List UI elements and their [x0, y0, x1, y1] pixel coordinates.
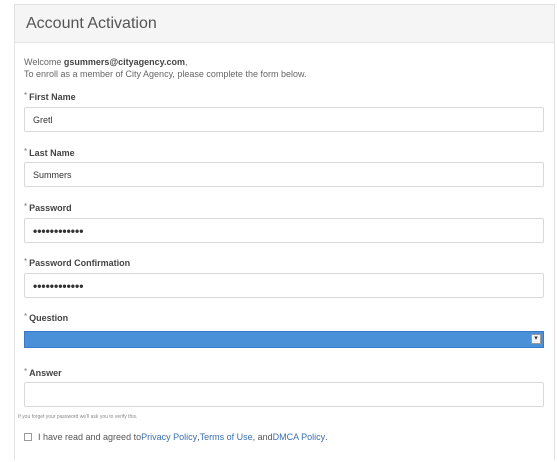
required-marker: * — [24, 367, 28, 376]
password-confirmation-label: * Password Confirmation — [24, 257, 130, 268]
last-name-label-text: Last Name — [29, 148, 75, 158]
intro-text: Welcome gsummers@cityagency.com, To enro… — [24, 56, 544, 80]
password-confirmation-label-text: Password Confirmation — [29, 258, 131, 268]
password-confirmation-field[interactable]: •••••••••••• — [24, 273, 544, 298]
required-marker: * — [24, 312, 28, 321]
agreement-row: I have read and agreed to Privacy Policy… — [24, 432, 328, 442]
first-name-label: * First Name — [24, 91, 76, 102]
last-name-value: Summers — [33, 169, 72, 180]
password-label: * Password — [24, 202, 72, 213]
agree-suffix: . — [325, 432, 328, 442]
question-label: * Question — [24, 312, 68, 323]
welcome-prefix: Welcome — [24, 57, 64, 67]
last-name-label: * Last Name — [24, 147, 75, 158]
panel-body: Welcome gsummers@cityagency.com, To enro… — [15, 43, 554, 80]
question-label-text: Question — [29, 313, 69, 323]
agree-prefix: I have read and agreed to — [38, 432, 142, 442]
first-name-field[interactable]: Gretl — [24, 107, 544, 132]
first-name-label-text: First Name — [29, 92, 76, 102]
required-marker: * — [24, 91, 28, 100]
welcome-suffix: , — [185, 57, 188, 67]
agree-checkbox[interactable] — [24, 433, 32, 441]
welcome-email: gsummers@cityagency.com — [63, 57, 186, 67]
privacy-policy-link[interactable]: Privacy Policy — [141, 432, 197, 442]
terms-of-use-link[interactable]: Terms of Use — [200, 432, 253, 442]
account-activation-panel: Account Activation Welcome gsummers@city… — [14, 4, 555, 460]
enroll-instructions: To enroll as a member of City Agency, pl… — [24, 69, 307, 79]
password-label-text: Password — [29, 203, 72, 213]
chevron-down-icon[interactable]: ▾ — [531, 334, 541, 344]
answer-hint: If you forget your password we'll ask yo… — [18, 414, 138, 420]
required-marker: * — [24, 147, 28, 156]
first-name-value: Gretl — [33, 114, 53, 125]
required-marker: * — [24, 257, 28, 266]
page-title: Account Activation — [26, 14, 157, 32]
welcome-line: Welcome gsummers@cityagency.com, — [24, 56, 544, 68]
panel-header: Account Activation — [15, 5, 554, 43]
required-marker: * — [24, 202, 28, 211]
password-field[interactable]: •••••••••••• — [24, 218, 544, 243]
dmca-policy-link[interactable]: DMCA Policy — [273, 432, 326, 442]
password-value: •••••••••••• — [33, 223, 84, 238]
answer-label: * Answer — [24, 367, 62, 378]
password-confirmation-value: •••••••••••• — [33, 278, 84, 293]
last-name-field[interactable]: Summers — [24, 162, 544, 187]
question-select[interactable]: ▾ — [24, 331, 544, 348]
answer-label-text: Answer — [29, 368, 62, 378]
agree-sep2: , and — [252, 432, 273, 442]
answer-field[interactable] — [24, 382, 544, 407]
